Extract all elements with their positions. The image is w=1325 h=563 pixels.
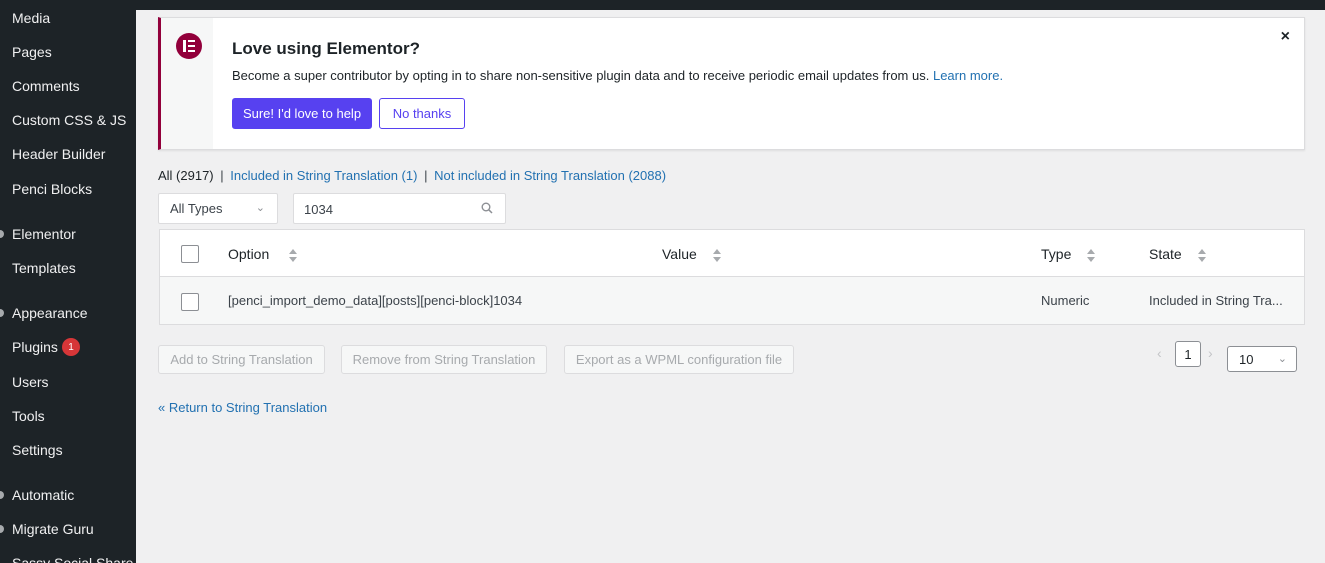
- sidebar-item-label: Sassy Social Share: [12, 555, 134, 563]
- sidebar-item-appearance[interactable]: Appearance: [0, 298, 136, 328]
- column-type[interactable]: Type: [1041, 246, 1071, 262]
- column-state[interactable]: State: [1149, 246, 1182, 262]
- notice-message: Become a super contributor by opting in …: [232, 68, 1004, 83]
- sidebar-item-label: Templates: [12, 260, 76, 276]
- sidebar-item-label: Media: [12, 10, 51, 26]
- sidebar-item-label: Custom CSS & JS: [12, 112, 127, 128]
- learn-more-link[interactable]: Learn more.: [933, 68, 1003, 83]
- opt-in-button[interactable]: Sure! I'd love to help: [232, 98, 372, 129]
- column-option[interactable]: Option: [228, 246, 269, 262]
- next-page-icon[interactable]: ›: [1208, 345, 1213, 361]
- return-to-string-translation-link[interactable]: « Return to String Translation: [158, 400, 327, 415]
- sidebar-item-label: Tools: [12, 408, 45, 424]
- per-page-select[interactable]: 10 ⌄: [1227, 346, 1297, 372]
- sidebar-item-media[interactable]: Media: [0, 3, 136, 33]
- sidebar-item-label: Pages: [12, 44, 52, 60]
- admin-bar: [0, 0, 1325, 10]
- status-filters: All (2917) | Included in String Translat…: [158, 168, 667, 183]
- type-filter-select[interactable]: All Types ⌄: [158, 193, 278, 224]
- no-thanks-button[interactable]: No thanks: [379, 98, 465, 129]
- sidebar-item-comments[interactable]: Comments: [0, 71, 136, 101]
- row-type: Numeric: [1041, 293, 1090, 308]
- sort-icon[interactable]: [1198, 249, 1206, 263]
- add-to-string-translation-button[interactable]: Add to String Translation: [158, 345, 325, 374]
- automatic-icon: [0, 491, 4, 499]
- admin-sidebar: Media Pages Comments Custom CSS & JS Hea…: [0, 0, 136, 563]
- sidebar-item-sassy-social-share[interactable]: Sassy Social Share: [0, 548, 136, 563]
- notice-title: Love using Elementor?: [232, 39, 420, 58]
- elementor-icon: [0, 230, 4, 238]
- sidebar-item-label: Migrate Guru: [12, 521, 94, 537]
- filter-all[interactable]: All (2917): [158, 168, 214, 183]
- sidebar-item-label: Header Builder: [12, 146, 106, 162]
- elementor-notice: Love using Elementor? Become a super con…: [158, 17, 1305, 150]
- filter-included[interactable]: Included in String Translation (1): [230, 168, 417, 183]
- current-page[interactable]: 1: [1175, 341, 1201, 367]
- sidebar-item-elementor[interactable]: Elementor: [0, 219, 136, 249]
- sidebar-item-header-builder[interactable]: Header Builder: [0, 139, 136, 169]
- plugins-update-badge: 1: [62, 338, 80, 356]
- sort-icon[interactable]: [713, 249, 721, 263]
- sidebar-item-settings[interactable]: Settings: [0, 435, 136, 465]
- sidebar-item-migrate-guru[interactable]: Migrate Guru: [0, 514, 136, 544]
- search-input[interactable]: [304, 200, 474, 218]
- sidebar-item-users[interactable]: Users: [0, 367, 136, 397]
- sidebar-item-label: Elementor: [12, 226, 76, 242]
- row-checkbox[interactable]: [181, 293, 199, 311]
- sidebar-item-custom-css-js[interactable]: Custom CSS & JS: [0, 105, 136, 135]
- elementor-logo-icon: [176, 33, 202, 59]
- sidebar-item-plugins[interactable]: Plugins 1: [0, 332, 136, 362]
- table-row: [penci_import_demo_data][posts][penci-bl…: [160, 277, 1304, 324]
- sidebar-item-label: Penci Blocks: [12, 181, 93, 197]
- options-table: Option Value Type State [penci_import_de…: [159, 229, 1305, 325]
- sort-icon[interactable]: [289, 249, 297, 263]
- sidebar-item-tools[interactable]: Tools: [0, 401, 136, 431]
- row-state: Included in String Tra...: [1149, 293, 1283, 308]
- sidebar-item-label: Comments: [12, 78, 80, 94]
- sidebar-item-label: Automatic: [12, 487, 75, 503]
- sidebar-item-pages[interactable]: Pages: [0, 37, 136, 67]
- sidebar-item-label: Users: [12, 374, 49, 390]
- migrate-guru-icon: [0, 525, 4, 533]
- appearance-icon: [0, 309, 4, 317]
- table-header: Option Value Type State: [160, 230, 1304, 277]
- sidebar-item-label: Settings: [12, 442, 63, 458]
- sort-icon[interactable]: [1087, 249, 1095, 263]
- row-option: [penci_import_demo_data][posts][penci-bl…: [228, 293, 523, 308]
- sidebar-item-label: Appearance: [12, 305, 88, 321]
- sidebar-item-penci-blocks[interactable]: Penci Blocks: [0, 174, 136, 204]
- column-value[interactable]: Value: [662, 246, 697, 262]
- chevron-down-icon: ⌄: [255, 202, 265, 214]
- chevron-down-icon: ⌄: [1277, 353, 1287, 365]
- sidebar-item-templates[interactable]: Templates: [0, 253, 136, 283]
- search-icon[interactable]: [481, 202, 493, 214]
- close-icon[interactable]: ×: [1281, 28, 1290, 46]
- export-wpml-config-button[interactable]: Export as a WPML configuration file: [564, 345, 794, 374]
- select-all-checkbox[interactable]: [181, 245, 199, 263]
- remove-from-string-translation-button[interactable]: Remove from String Translation: [341, 345, 547, 374]
- search-field[interactable]: [293, 193, 506, 224]
- filter-not-included[interactable]: Not included in String Translation (2088…: [434, 168, 666, 183]
- sidebar-item-automatic[interactable]: Automatic: [0, 480, 136, 510]
- sidebar-item-label: Plugins: [12, 339, 58, 355]
- prev-page-icon[interactable]: ‹: [1157, 345, 1162, 361]
